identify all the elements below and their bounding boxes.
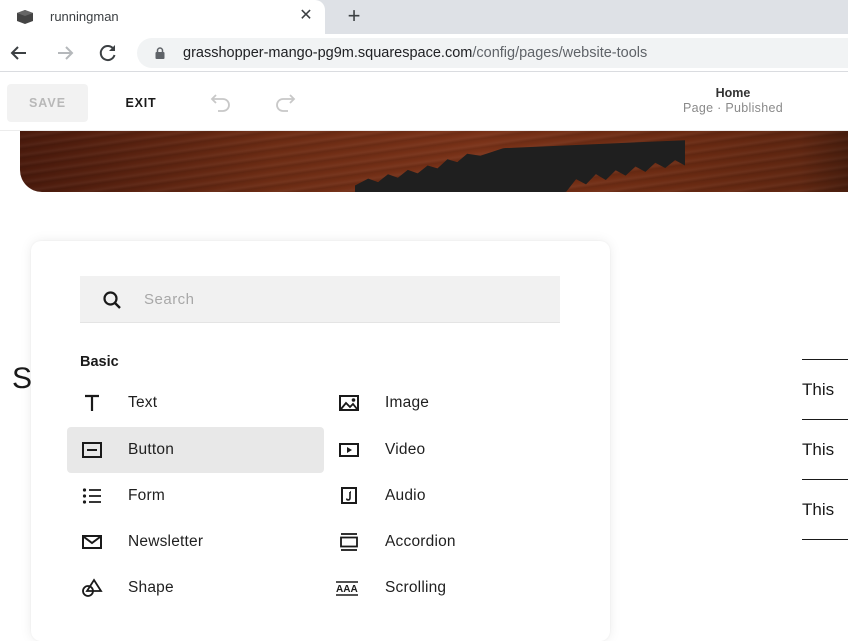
forward-arrow-icon[interactable]: [52, 40, 78, 66]
block-item-accordion[interactable]: Accordion: [324, 519, 581, 565]
block-item-newsletter[interactable]: Newsletter: [67, 519, 324, 565]
block-item-form[interactable]: Form: [67, 473, 324, 519]
scrolling-text-icon: AAA: [336, 581, 358, 596]
block-item-video[interactable]: Video: [324, 427, 581, 473]
editor-toolbar: SAVE EXIT Home Page · Published: [0, 73, 848, 131]
block-item-label: Image: [385, 394, 430, 411]
audio-icon: [341, 487, 357, 504]
video-icon: [339, 443, 359, 457]
save-button[interactable]: SAVE: [7, 84, 88, 122]
form-list-icon: [82, 488, 101, 504]
accordion-item-title: This: [802, 380, 835, 399]
shape-icon: [82, 578, 103, 597]
acoustic-foam-graphic: [355, 131, 685, 192]
accordion-item-title: This: [802, 500, 835, 519]
browser-tab[interactable]: runningman ✕: [0, 0, 325, 34]
reload-icon[interactable]: [95, 40, 121, 66]
block-item-label: Shape: [128, 579, 174, 596]
tab-title: runningman: [50, 9, 119, 24]
new-tab-button[interactable]: +: [343, 5, 365, 28]
accordion-icon: [340, 533, 358, 551]
page-info[interactable]: Home Page · Published: [640, 86, 826, 115]
block-item-label: Video: [385, 441, 426, 458]
accordion-item[interactable]: This: [802, 480, 848, 539]
lock-icon: [155, 47, 165, 59]
url-host: grasshopper-mango-pg9m.squarespace.com: [183, 45, 473, 61]
text-icon: [85, 394, 99, 411]
block-item-label: Scrolling: [385, 579, 447, 596]
image-icon: [339, 395, 359, 411]
url-path: /config/pages/website-tools: [472, 45, 648, 61]
accordion-block: This This This: [802, 359, 848, 540]
block-item-label: Button: [128, 441, 175, 458]
browser-tab-strip: runningman ✕ +: [0, 0, 848, 34]
cube-icon: [17, 10, 33, 24]
address-bar[interactable]: grasshopper-mango-pg9m.squarespace.com/c…: [137, 38, 848, 68]
accordion-item-title: This: [802, 440, 835, 459]
undo-icon[interactable]: [204, 90, 236, 116]
block-item-label: Form: [128, 487, 165, 504]
page-name: Home: [715, 86, 751, 100]
block-item-image[interactable]: Image: [324, 380, 581, 426]
page-heading: S: [12, 362, 33, 395]
back-arrow-icon[interactable]: [6, 40, 32, 66]
hero-image: [20, 131, 848, 192]
exit-button[interactable]: EXIT: [111, 84, 171, 122]
button-icon: [82, 442, 102, 458]
block-item-shape[interactable]: Shape: [67, 565, 324, 611]
close-tab-icon[interactable]: ✕: [297, 7, 315, 25]
accordion-item[interactable]: This: [802, 420, 848, 479]
page-status: Page · Published: [682, 101, 783, 115]
redo-icon[interactable]: [270, 90, 302, 116]
block-item-audio[interactable]: Audio: [324, 473, 581, 519]
section-title-basic: Basic: [80, 354, 119, 370]
search-icon: [103, 291, 121, 309]
envelope-icon: [82, 535, 102, 549]
block-search-input[interactable]: [144, 276, 544, 322]
block-item-label: Newsletter: [128, 533, 204, 550]
block-item-button[interactable]: Button: [67, 427, 324, 473]
block-item-scrolling[interactable]: AAA Scrolling: [324, 565, 581, 611]
add-block-panel: Basic Text Image Button Video: [31, 241, 610, 641]
url-text: grasshopper-mango-pg9m.squarespace.com/c…: [183, 45, 647, 61]
browser-toolbar: grasshopper-mango-pg9m.squarespace.com/c…: [0, 34, 848, 72]
block-item-label: Accordion: [385, 533, 456, 550]
block-item-text[interactable]: Text: [67, 380, 324, 426]
block-item-label: Text: [128, 394, 158, 411]
block-item-label: Audio: [385, 487, 426, 504]
block-search[interactable]: [80, 276, 560, 323]
accordion-item[interactable]: This: [802, 360, 848, 419]
svg-text:AAA: AAA: [336, 584, 358, 595]
accordion-divider: [802, 539, 848, 540]
